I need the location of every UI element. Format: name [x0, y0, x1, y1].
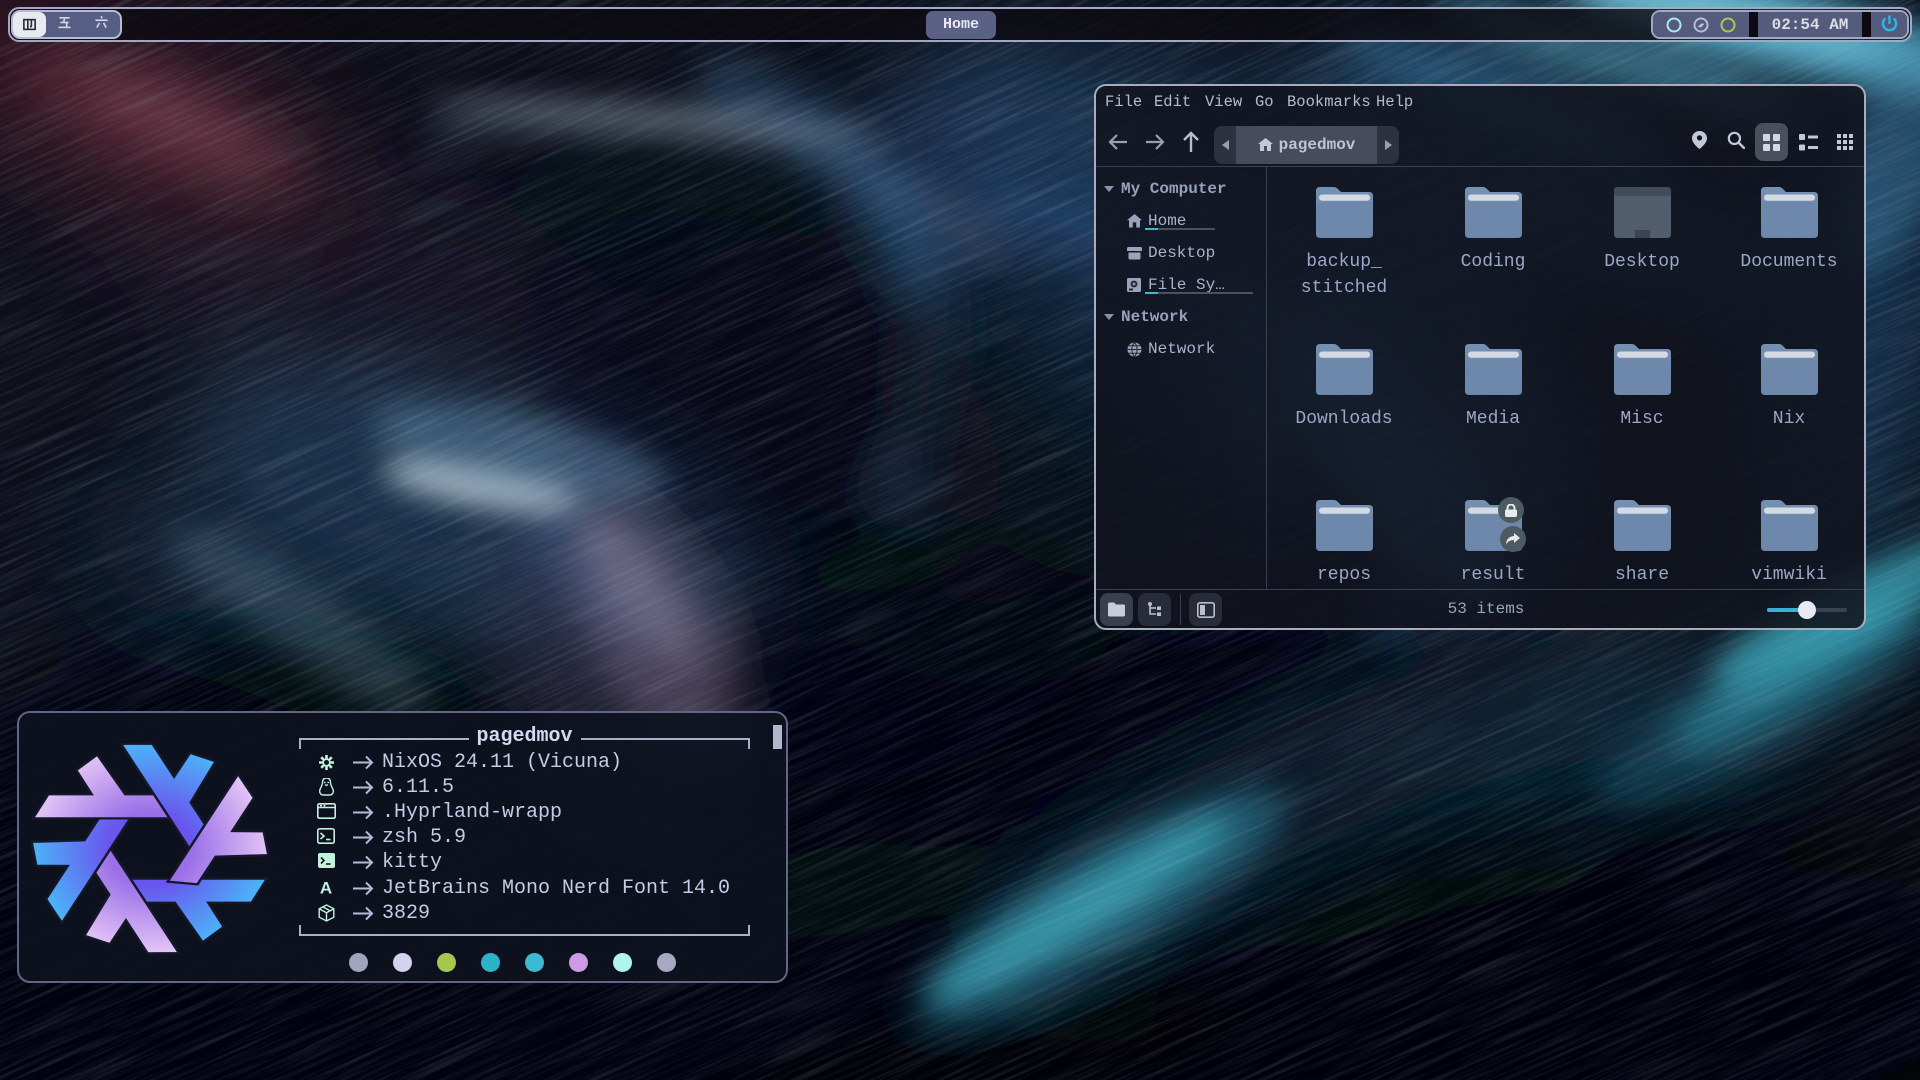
svg-text:A: A: [320, 879, 332, 896]
